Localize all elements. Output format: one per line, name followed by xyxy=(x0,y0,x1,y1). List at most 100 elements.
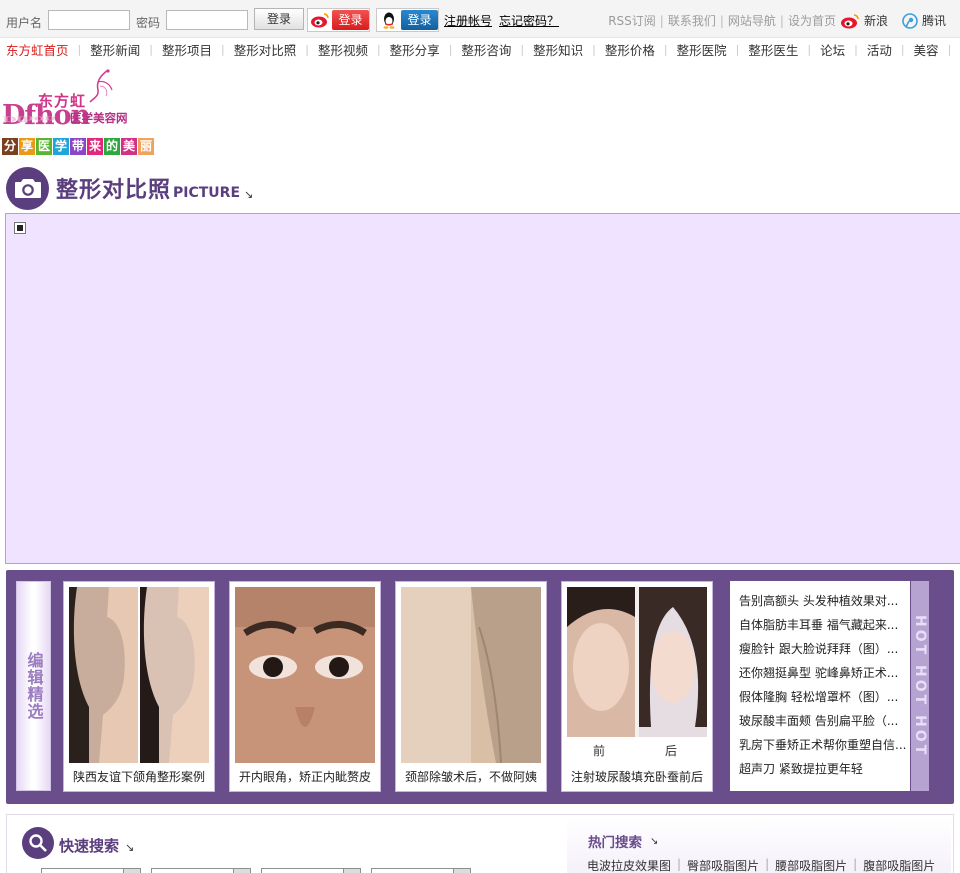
slogan-char: 的 xyxy=(104,138,120,155)
rss-link[interactable]: RSS订阅 xyxy=(608,12,656,29)
nav-divider: | xyxy=(854,42,858,56)
search-select[interactable] xyxy=(41,868,141,873)
divider: | xyxy=(765,857,770,871)
camera-icon xyxy=(6,166,49,210)
login-button[interactable]: 登录 xyxy=(254,8,304,30)
nav-divider: | xyxy=(220,42,225,56)
tencent-weibo-icon xyxy=(902,12,918,29)
hot-article-link[interactable]: 假体隆胸 轻松增罩杯（图）... xyxy=(739,689,910,713)
tencent-label: 腾讯 xyxy=(921,14,946,28)
logo-subtitle: 医学美容网 xyxy=(70,111,128,125)
hot-article-link[interactable]: 瘦脸针 跟大脸说拜拜（图）... xyxy=(739,641,910,665)
nav-divider: | xyxy=(77,42,82,56)
weibo-icon xyxy=(840,13,859,28)
hot-search-link[interactable]: 腰部吸脂图片 xyxy=(775,857,847,873)
hot-search-box: 热门搜索 ↘ 电波拉皮效果图 | 臀部吸脂图片 | 腰部吸脂图片 | 腹部吸脂图片 xyxy=(567,815,951,873)
site-nav-link[interactable]: 网站导航 xyxy=(728,12,776,29)
pick-card[interactable]: 前 后 注射玻尿酸填充卧蚕前后 xyxy=(561,581,713,792)
search-select[interactable] xyxy=(151,868,251,873)
pick-caption: 陕西友谊下颌角整形案例 xyxy=(72,770,205,784)
set-homepage-link[interactable]: 设为首页 xyxy=(788,12,836,29)
logo-reflection: Dfhon xyxy=(2,114,56,123)
nav-item[interactable]: 整形知识 xyxy=(533,40,583,59)
hot-article-link[interactable]: 还你翘挺鼻型 驼峰鼻矫正术... xyxy=(739,665,910,689)
hot-search-link[interactable]: 臀部吸脂图片 xyxy=(687,857,759,873)
nav-item[interactable]: 整形对比照 xyxy=(234,40,297,59)
pick-card[interactable]: 开内眼角，矫正内眦赘皮 xyxy=(229,581,381,792)
nav-item[interactable]: 整形价格 xyxy=(605,40,655,59)
slogan-char: 学 xyxy=(53,138,69,155)
nav-item[interactable]: 东方虹首页 xyxy=(6,40,69,59)
hot-article-link[interactable]: 自体脂肪丰耳垂 福气藏起来... xyxy=(739,617,910,641)
hot-search-link[interactable]: 电波拉皮效果图 xyxy=(587,857,671,873)
editor-picks-strip: 编辑精选 陕西友谊下颌角整形案例 开内眼角，矫正内眦赘皮 颈部除皱术后，不做阿姨… xyxy=(6,570,954,804)
logo-slogan: 分享医学带来的美丽 xyxy=(2,138,155,155)
section-title: 整形对比照 xyxy=(56,178,172,203)
nav-divider: | xyxy=(592,42,596,56)
top-login-bar: 用户名 密码 登录 登录 登录 注册帐号 忘记密码？ RSS订阅 | 联系我们 … xyxy=(0,0,960,38)
pick-card[interactable]: 陕西友谊下颌角整形案例 xyxy=(63,581,215,792)
qq-login-button[interactable]: 登录 xyxy=(376,8,439,32)
weibo-icon xyxy=(311,13,329,28)
nav-item[interactable]: 整形视频 xyxy=(318,40,368,59)
hot-article-link[interactable]: 超声刀 紧致提拉更年轻 xyxy=(739,761,910,785)
password-label: 密码 xyxy=(136,16,161,30)
nav-item[interactable]: 整形分享 xyxy=(390,40,440,59)
username-label: 用户名 xyxy=(6,16,43,30)
nav-divider: | xyxy=(305,42,309,56)
divider: | xyxy=(779,13,784,28)
slogan-char: 享 xyxy=(19,138,35,155)
more-arrow-icon[interactable]: ↘ xyxy=(244,188,253,201)
pick-card[interactable]: 颈部除皱术后，不做阿姨 xyxy=(395,581,547,792)
hot-search-title: 热门搜索 xyxy=(588,835,642,851)
hot-search-links: 电波拉皮效果图 | 臀部吸脂图片 | 腰部吸脂图片 | 腹部吸脂图片 xyxy=(587,857,935,873)
nav-item[interactable]: 整形新闻 xyxy=(90,40,140,59)
qq-icon xyxy=(383,12,395,29)
slogan-char: 医 xyxy=(36,138,52,155)
nav-item[interactable]: 整形医院 xyxy=(677,40,727,59)
nav-item[interactable]: 美容 xyxy=(914,40,939,59)
hot-articles-list: 告别高额头 头发种植效果对... 自体脂肪丰耳垂 福气藏起来... 瘦脸针 跟大脸说… xyxy=(730,581,910,791)
slogan-char: 带 xyxy=(70,138,86,155)
nav-item[interactable]: 活动 xyxy=(867,40,892,59)
weibo-login-label: 登录 xyxy=(332,10,369,30)
nav-divider: | xyxy=(900,42,905,56)
svg-text:前: 前 xyxy=(593,743,605,758)
nav-divider: | xyxy=(947,42,952,56)
sina-weibo-link[interactable]: 新浪 xyxy=(840,12,888,29)
nav-divider: | xyxy=(663,42,668,56)
hot-article-link[interactable]: 告别高额头 头发种植效果对... xyxy=(739,593,910,617)
hot-article-link[interactable]: 玻尿酸丰面颊 告别扁平脸（... xyxy=(739,713,910,737)
hot-article-link[interactable]: 乳房下垂矫正术帮你重塑自信... xyxy=(739,737,910,761)
username-input[interactable] xyxy=(48,10,130,30)
section-header: 整形对比照 PICTURE ↘ xyxy=(6,166,253,210)
nav-divider: | xyxy=(149,42,153,56)
sina-label: 新浪 xyxy=(863,14,888,28)
contact-link[interactable]: 联系我们 xyxy=(668,12,716,29)
slogan-char: 来 xyxy=(87,138,103,155)
forgot-password-link[interactable]: 忘记密码？ xyxy=(499,12,559,29)
pick-caption: 开内眼角，矫正内眦赘皮 xyxy=(238,770,371,784)
tencent-weibo-link[interactable]: 腾讯 xyxy=(902,12,946,29)
more-arrow-icon[interactable]: ↘ xyxy=(125,841,134,854)
svg-text:后: 后 xyxy=(665,744,677,758)
slogan-char: 丽 xyxy=(138,138,154,155)
nav-item[interactable]: 论坛 xyxy=(820,40,845,59)
nav-item[interactable]: 整形咨询 xyxy=(461,40,511,59)
comparison-photo-area xyxy=(5,213,960,564)
section-title-en: PICTURE xyxy=(173,184,241,201)
nav-item[interactable]: 整形医生 xyxy=(748,40,798,59)
search-section: 快速搜索 ↘ 热门搜索 ↘ 电波拉皮效果图 | 臀部吸脂图片 | 腰部吸脂图片 | 腹部吸脂… xyxy=(6,814,954,873)
password-input[interactable] xyxy=(166,10,248,30)
crane-logo-icon xyxy=(89,69,113,103)
search-select[interactable] xyxy=(371,868,471,873)
more-arrow-icon[interactable]: ↘ xyxy=(650,836,658,847)
hot-search-link[interactable]: 腹部吸脂图片 xyxy=(863,857,935,873)
pick-caption: 注射玻尿酸填充卧蚕前后 xyxy=(570,770,703,784)
nav-divider: | xyxy=(448,42,453,56)
search-select[interactable] xyxy=(261,868,361,873)
register-link[interactable]: 注册帐号 xyxy=(444,12,492,29)
nav-item[interactable]: 整形项目 xyxy=(162,40,212,59)
weibo-login-button[interactable]: 登录 xyxy=(307,8,370,32)
eye-corner-photo xyxy=(235,587,375,763)
